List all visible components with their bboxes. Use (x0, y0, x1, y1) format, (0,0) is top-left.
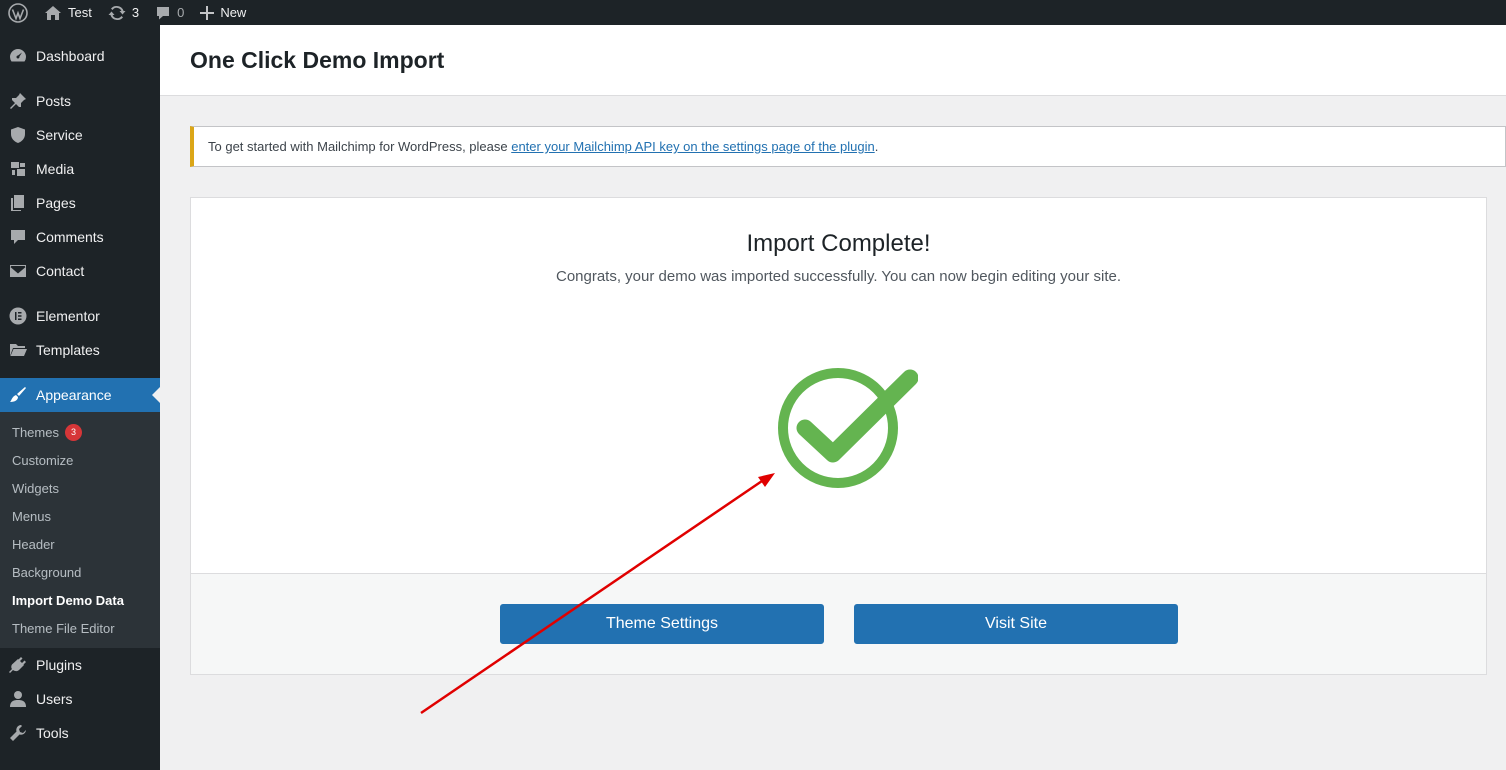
shield-icon (8, 125, 28, 145)
submenu-item-label: Menus (12, 508, 52, 524)
page-header: One Click Demo Import (160, 25, 1506, 96)
card-footer: Theme Settings Visit Site (191, 574, 1486, 674)
comments-link[interactable]: 0 (147, 0, 192, 25)
submenu-item-menus[interactable]: Menus (0, 502, 160, 530)
notice-text-end: . (874, 139, 879, 154)
new-content-link[interactable]: New (192, 0, 254, 25)
sidebar-item-users[interactable]: Users (0, 682, 160, 716)
submenu-item-label: Import Demo Data (12, 592, 124, 608)
plug-icon (8, 655, 28, 675)
pin-icon (8, 91, 28, 111)
sidebar-item-label: Posts (36, 93, 72, 109)
submenu-item-label: Widgets (12, 480, 59, 496)
updates-link[interactable]: 3 (100, 0, 147, 25)
notice-text: To get started with Mailchimp for WordPr… (208, 139, 512, 154)
envelope-icon (8, 261, 28, 281)
appearance-submenu: Themes 3 Customize Widgets Menus Header … (0, 412, 160, 648)
comment-icon (157, 6, 170, 19)
dashboard-icon (8, 46, 28, 66)
sidebar-item-service[interactable]: Service (0, 118, 160, 152)
import-complete-card: Import Complete! Congrats, your demo was… (190, 197, 1487, 675)
sidebar-item-label: Tools (36, 725, 69, 741)
plus-icon (200, 5, 215, 20)
wrench-icon (8, 723, 28, 743)
sidebar-item-elementor[interactable]: Elementor (0, 299, 160, 333)
updates-count: 3 (131, 5, 140, 20)
sidebar-item-contact[interactable]: Contact (0, 254, 160, 288)
sidebar-item-comments[interactable]: Comments (0, 220, 160, 254)
admin-bar: Test 3 0 New (0, 0, 1506, 25)
themes-update-badge: 3 (64, 423, 82, 441)
sidebar-item-appearance[interactable]: Appearance (0, 378, 160, 412)
user-icon (8, 689, 28, 709)
visit-site-button[interactable]: Visit Site (854, 604, 1178, 644)
sidebar-item-label: Users (36, 691, 73, 707)
wordpress-icon (8, 2, 28, 23)
card-body: Import Complete! Congrats, your demo was… (191, 198, 1486, 574)
submenu-item-header[interactable]: Header (0, 530, 160, 558)
elementor-icon (8, 306, 28, 326)
mailchimp-notice: To get started with Mailchimp for WordPr… (190, 126, 1506, 167)
media-icon (8, 159, 28, 179)
folder-icon (8, 340, 28, 360)
submenu-item-themes[interactable]: Themes 3 (0, 418, 160, 446)
brush-icon (8, 385, 28, 405)
sidebar-item-media[interactable]: Media (0, 152, 160, 186)
sidebar-item-label: Media (36, 161, 75, 177)
sidebar-item-posts[interactable]: Posts (0, 84, 160, 118)
sidebar-item-label: Dashboard (36, 48, 105, 64)
submenu-item-import-demo-data[interactable]: Import Demo Data (0, 586, 160, 614)
submenu-item-customize[interactable]: Customize (0, 446, 160, 474)
page-title: One Click Demo Import (190, 46, 445, 73)
new-label: New (220, 5, 247, 20)
sidebar-item-templates[interactable]: Templates (0, 333, 160, 367)
site-name: Test (68, 5, 92, 20)
submenu-item-label: Themes (12, 424, 59, 440)
sidebar-item-label: Comments (36, 229, 104, 245)
submenu-item-background[interactable]: Background (0, 558, 160, 586)
submenu-item-theme-file-editor[interactable]: Theme File Editor (0, 614, 160, 642)
sidebar-item-label: Contact (36, 263, 85, 279)
submenu-item-label: Background (12, 564, 82, 580)
wordpress-logo[interactable] (0, 0, 36, 25)
sidebar-item-dashboard[interactable]: Dashboard (0, 39, 160, 73)
import-complete-title: Import Complete! (746, 230, 931, 257)
sidebar-item-plugins[interactable]: Plugins (0, 648, 160, 682)
sidebar-item-pages[interactable]: Pages (0, 186, 160, 220)
theme-settings-button[interactable]: Theme Settings (500, 604, 824, 644)
submenu-item-widgets[interactable]: Widgets (0, 474, 160, 502)
sidebar-item-label: Pages (36, 195, 76, 211)
admin-sidebar: Dashboard Posts Service Media Pages Comm… (0, 25, 160, 770)
sidebar-item-label: Templates (36, 342, 100, 358)
sidebar-item-label: Appearance (36, 387, 112, 403)
mailchimp-settings-link[interactable]: enter your Mailchimp API key on the sett… (511, 139, 875, 154)
submenu-item-label: Header (12, 536, 55, 552)
pages-icon (8, 193, 28, 213)
sidebar-item-label: Service (36, 127, 83, 143)
submenu-item-label: Theme File Editor (12, 620, 115, 636)
sidebar-item-label: Plugins (36, 657, 82, 673)
sidebar-item-tools[interactable]: Tools (0, 716, 160, 750)
success-check-icon (778, 368, 918, 488)
submenu-item-label: Customize (12, 452, 74, 468)
site-name-link[interactable]: Test (36, 0, 100, 25)
import-complete-subtitle: Congrats, your demo was imported success… (555, 268, 1122, 285)
sidebar-item-label: Elementor (36, 308, 100, 324)
comment-icon (8, 227, 28, 247)
refresh-icon (108, 5, 126, 20)
comments-count: 0 (177, 5, 185, 20)
home-icon (45, 5, 61, 20)
